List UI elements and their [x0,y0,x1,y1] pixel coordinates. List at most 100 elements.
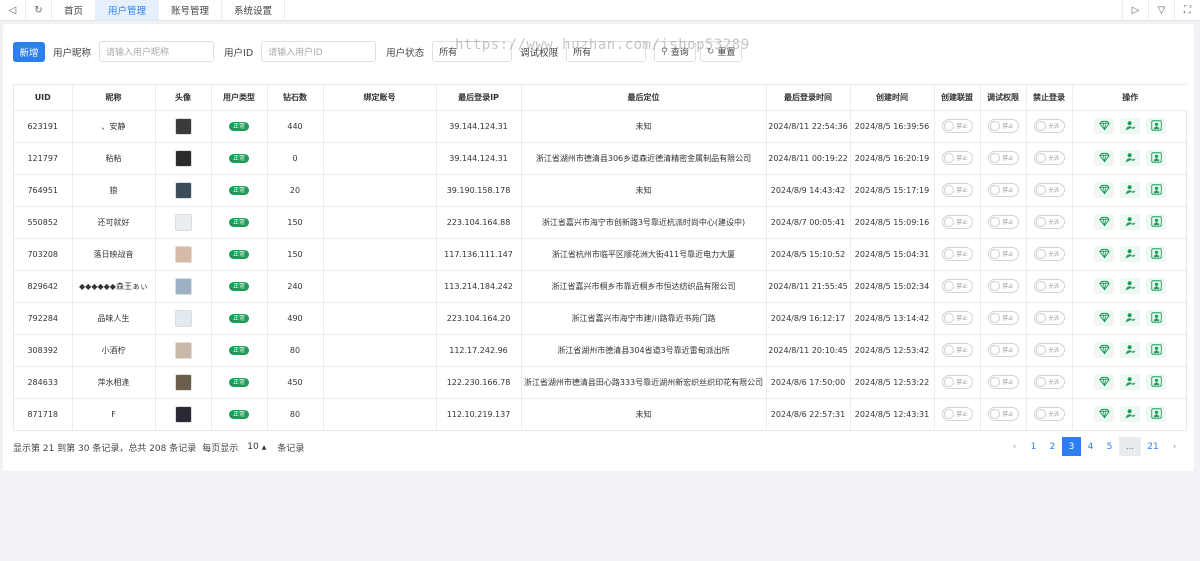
add-user-button[interactable]: 新增 [13,41,45,62]
manage-user-button[interactable] [1146,150,1167,166]
avatar[interactable] [174,245,192,263]
refresh-button[interactable]: ↻ [26,0,52,20]
page-button-2[interactable]: 2 [1043,437,1062,456]
tab-home[interactable]: 首页 [52,0,97,20]
tab-account-management[interactable]: 账号管理 [159,0,223,20]
create-alliance-toggle[interactable]: 禁止 [941,215,973,229]
avatar[interactable] [174,149,192,167]
diamond-action-button[interactable] [1094,182,1115,198]
debug-permission-toggle[interactable]: 禁止 [987,311,1019,325]
create-alliance-toggle[interactable]: 禁止 [941,407,973,422]
ban-login-toggle[interactable]: 允许 [1033,183,1065,197]
fullscreen-button[interactable]: ⛶ [1174,0,1200,20]
diamond-action-button[interactable] [1094,150,1115,166]
manage-user-button[interactable] [1146,406,1167,423]
column-header-last-location[interactable]: 最后定位 [521,85,767,111]
debug-permission-toggle[interactable]: 禁止 [987,215,1019,229]
page-button-1[interactable]: 1 [1024,437,1043,456]
diamond-action-button[interactable] [1094,374,1115,390]
manage-user-button[interactable] [1146,310,1167,326]
create-alliance-toggle[interactable]: 禁止 [941,343,973,357]
avatar[interactable] [174,181,192,199]
ban-login-toggle[interactable]: 允许 [1033,151,1065,165]
diamond-action-button[interactable] [1094,118,1115,134]
diamond-action-button[interactable] [1094,246,1115,262]
page-button-last[interactable]: 21 [1141,437,1165,456]
page-size-select[interactable]: 10 ▲ [244,442,269,452]
column-header-nickname[interactable]: 昵称 [72,85,156,111]
tab-scroll-left-button[interactable]: ◁ [0,0,26,20]
edit-user-button[interactable] [1120,150,1141,166]
create-alliance-toggle[interactable]: 禁止 [941,247,973,261]
tab-system-settings[interactable]: 系统设置 [222,0,286,20]
ban-login-toggle[interactable]: 允许 [1033,375,1065,389]
edit-user-button[interactable] [1120,214,1141,230]
ban-login-toggle[interactable]: 允许 [1033,311,1065,325]
create-alliance-toggle[interactable]: 禁止 [941,119,973,133]
search-button[interactable]: ⚲ 查询 [654,41,696,62]
avatar[interactable] [174,405,192,423]
diamond-action-button[interactable] [1094,278,1115,294]
column-header-last-login-time[interactable]: 最后登录时间 [766,85,851,111]
manage-user-button[interactable] [1146,342,1167,358]
diamond-action-button[interactable] [1094,406,1115,423]
create-alliance-toggle[interactable]: 禁止 [941,151,973,165]
column-header-uid[interactable]: UID [14,85,73,111]
edit-user-button[interactable] [1120,342,1141,358]
avatar[interactable] [174,277,192,295]
ban-login-toggle[interactable]: 允许 [1033,215,1065,229]
manage-user-button[interactable] [1146,182,1167,198]
diamond-action-button[interactable] [1094,310,1115,326]
tab-user-management[interactable]: 用户管理 [96,0,160,20]
uid-search-input[interactable]: 请输入用户ID [261,41,377,62]
edit-user-button[interactable] [1120,406,1141,423]
column-header-bound-account[interactable]: 绑定账号 [323,85,437,111]
debug-permission-toggle[interactable]: 禁止 [987,279,1019,293]
debug-permission-select[interactable]: 所有 [566,41,647,62]
next-page-button[interactable]: › [1165,437,1184,456]
ban-login-toggle[interactable]: 允许 [1033,343,1065,357]
user-status-select[interactable]: 所有 [432,41,513,62]
nickname-search-input[interactable]: 请输入用户昵称 [99,41,215,62]
debug-permission-toggle[interactable]: 禁止 [987,375,1019,389]
create-alliance-toggle[interactable]: 禁止 [941,311,973,325]
manage-user-button[interactable] [1146,246,1167,262]
debug-permission-toggle[interactable]: 禁止 [987,119,1019,133]
avatar[interactable] [174,309,192,327]
page-button-5[interactable]: 5 [1100,437,1119,456]
ban-login-toggle[interactable]: 允许 [1033,247,1065,261]
create-alliance-toggle[interactable]: 禁止 [941,183,973,197]
create-alliance-toggle[interactable]: 禁止 [941,279,973,293]
ban-login-toggle[interactable]: 允许 [1033,407,1065,422]
column-header-last-ip[interactable]: 最后登录IP [436,85,522,111]
avatar[interactable] [174,213,192,231]
edit-user-button[interactable] [1120,246,1141,262]
manage-user-button[interactable] [1146,214,1167,230]
create-alliance-toggle[interactable]: 禁止 [941,375,973,389]
manage-user-button[interactable] [1146,374,1167,390]
edit-user-button[interactable] [1120,182,1141,198]
tab-menu-dropdown-button[interactable]: ▽ [1148,0,1174,20]
reset-button[interactable]: ↻ 重置 [699,41,743,62]
manage-user-button[interactable] [1146,278,1167,294]
debug-permission-toggle[interactable]: 禁止 [987,247,1019,261]
debug-permission-toggle[interactable]: 禁止 [987,151,1019,165]
edit-user-button[interactable] [1120,278,1141,294]
debug-permission-toggle[interactable]: 禁止 [987,407,1019,422]
edit-user-button[interactable] [1120,374,1141,390]
column-header-user-type[interactable]: 用户类型 [211,85,268,111]
avatar[interactable] [174,117,192,135]
ban-login-toggle[interactable]: 允许 [1033,279,1065,293]
debug-permission-toggle[interactable]: 禁止 [987,183,1019,197]
ban-login-toggle[interactable]: 允许 [1033,119,1065,133]
edit-user-button[interactable] [1120,310,1141,326]
debug-permission-toggle[interactable]: 禁止 [987,343,1019,357]
page-button-3[interactable]: 3 [1062,437,1081,456]
avatar[interactable] [174,341,192,359]
avatar[interactable] [174,373,192,391]
diamond-action-button[interactable] [1094,214,1115,230]
edit-user-button[interactable] [1120,118,1141,134]
prev-page-button[interactable]: ‹ [1005,437,1024,456]
page-button-4[interactable]: 4 [1081,437,1100,456]
column-header-diamonds[interactable]: 钻石数 [267,85,324,111]
